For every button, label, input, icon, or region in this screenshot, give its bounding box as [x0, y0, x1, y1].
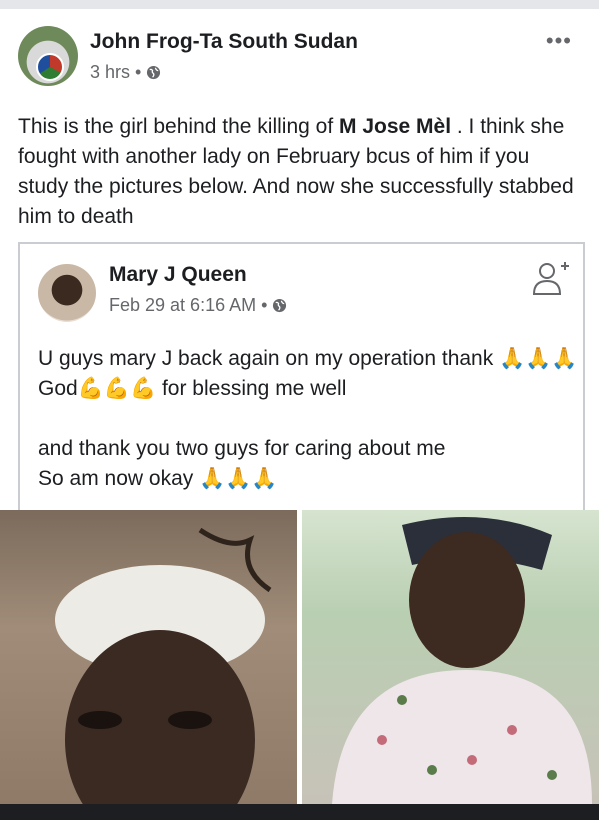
- shared-post-meta: Feb 29 at 6:16 AM •: [109, 295, 287, 316]
- photo-right[interactable]: [302, 510, 599, 804]
- photo-left-illustration: [55, 527, 272, 804]
- bottom-bar: [0, 804, 599, 820]
- author-avatar[interactable]: [18, 26, 78, 86]
- avatar-logo: [36, 53, 64, 81]
- meta-separator: •: [135, 62, 142, 82]
- globe-icon[interactable]: [272, 298, 287, 313]
- author-name[interactable]: John Frog-Ta South Sudan: [90, 30, 358, 54]
- shared-meta-separator: •: [261, 295, 268, 315]
- post-meta: 3 hrs •: [90, 62, 161, 83]
- post-text-bold: M Jose Mèl: [339, 115, 452, 138]
- shared-post[interactable]: Mary J Queen Feb 29 at 6:16 AM • U guys …: [18, 242, 585, 534]
- add-friend-icon[interactable]: [531, 260, 571, 296]
- top-divider: [0, 0, 599, 9]
- shared-post-message: U guys mary J back again on my operation…: [38, 347, 578, 490]
- photo-right-illustration: [332, 517, 592, 804]
- globe-icon[interactable]: [146, 65, 161, 80]
- photo-grid: [0, 510, 599, 820]
- post-header: John Frog-Ta South Sudan 3 hrs • •••: [18, 26, 588, 90]
- post-message: This is the girl behind the killing of M…: [18, 112, 583, 232]
- post-text-before: This is the girl behind the killing of: [18, 115, 339, 138]
- more-options-icon[interactable]: •••: [546, 28, 572, 54]
- post-timestamp[interactable]: 3 hrs: [90, 62, 130, 83]
- shared-author-name[interactable]: Mary J Queen: [109, 263, 247, 287]
- photo-left[interactable]: [0, 510, 297, 804]
- shared-author-avatar[interactable]: [38, 264, 96, 322]
- shared-post-timestamp[interactable]: Feb 29 at 6:16 AM: [109, 295, 256, 316]
